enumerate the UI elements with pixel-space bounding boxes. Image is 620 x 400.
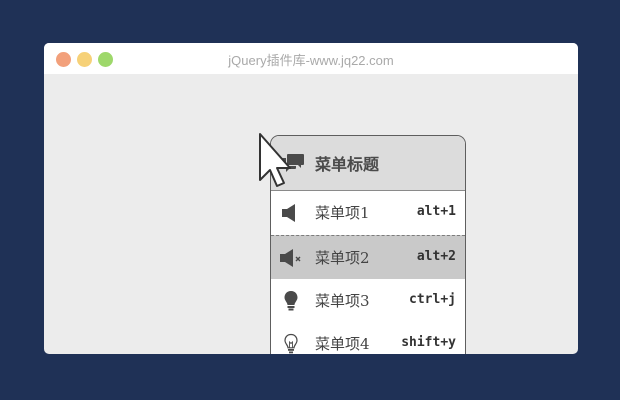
- window-content: 菜单标题 菜单项1 alt+1 菜单项2 alt+2 菜单项3 ctrl+j 菜…: [44, 74, 578, 354]
- menu-item-label: 菜单项1: [315, 204, 370, 222]
- menu-item-shortcut: shift+y: [401, 335, 456, 350]
- menu-item-shortcut: alt+1: [416, 204, 456, 219]
- menu-title: 菜单标题: [315, 155, 380, 174]
- context-menu: 菜单标题 菜单项1 alt+1 菜单项2 alt+2 菜单项3 ctrl+j 菜…: [270, 135, 466, 354]
- menu-item-label: 菜单项3: [315, 292, 370, 310]
- volume-icon: [282, 204, 295, 222]
- menu-item-2[interactable]: 菜单项2 alt+2: [271, 235, 465, 279]
- menu-item-1[interactable]: 菜单项1 alt+1: [271, 191, 465, 235]
- menu-item-shortcut: alt+2: [416, 249, 456, 264]
- window-titlebar: jQuery插件库-www.jq22.com: [44, 43, 578, 74]
- menu-item-shortcut: ctrl+j: [409, 292, 456, 307]
- menu-item-4[interactable]: 菜单项4 shift+y: [271, 322, 465, 354]
- menu-item-label: 菜单项4: [315, 335, 370, 353]
- browser-window: jQuery插件库-www.jq22.com 菜单标题 菜单项1 alt+1 菜…: [44, 43, 578, 354]
- lightbulb-filled-icon: [284, 291, 298, 311]
- volume-mute-icon: [280, 249, 301, 267]
- menu-item-3[interactable]: 菜单项3 ctrl+j: [271, 279, 465, 323]
- window-title: jQuery插件库-www.jq22.com: [228, 53, 394, 68]
- mouse-pointer-icon: [259, 133, 291, 187]
- menu-item-label: 菜单项2: [315, 249, 370, 267]
- menu-header: 菜单标题: [271, 136, 465, 191]
- lightbulb-outline-icon: [284, 333, 298, 354]
